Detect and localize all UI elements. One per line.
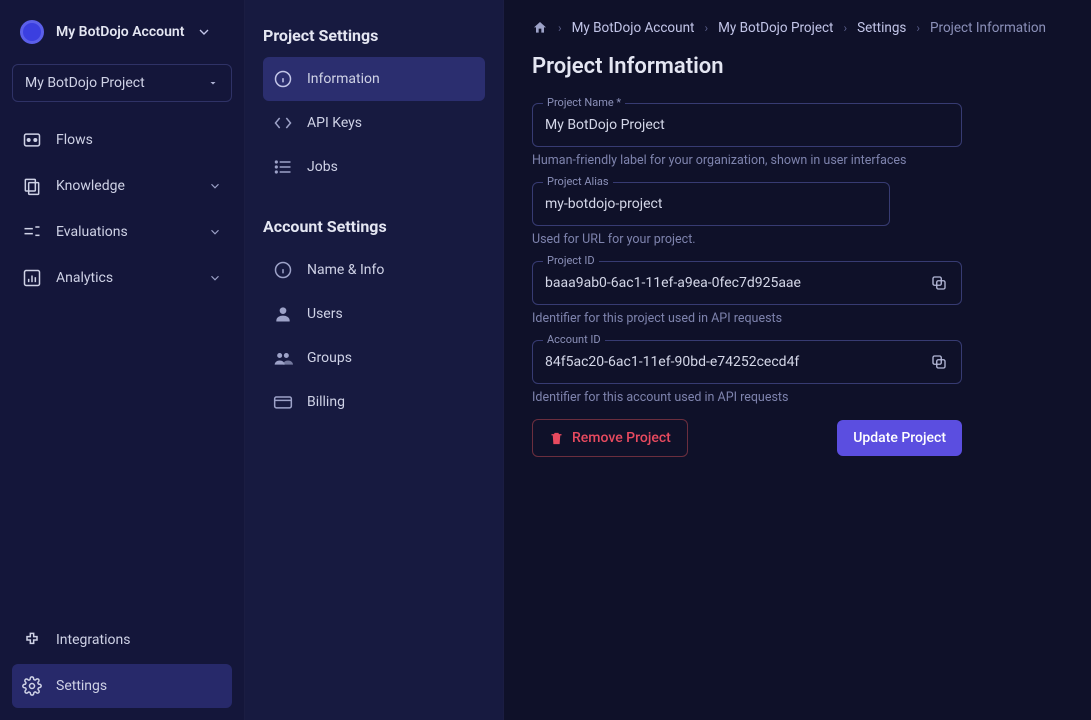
project-name-input[interactable]: [533, 104, 961, 146]
settings-billing[interactable]: Billing: [263, 380, 485, 424]
nav-evaluations[interactable]: Evaluations: [12, 210, 232, 254]
user-icon: [273, 304, 293, 324]
settings-name-info[interactable]: Name & Info: [263, 248, 485, 292]
home-icon[interactable]: [532, 20, 548, 36]
settings-column: Project Settings Information API Keys Jo…: [245, 0, 504, 720]
breadcrumb-current: Project Information: [930, 20, 1046, 36]
settings-information[interactable]: Information: [263, 57, 485, 101]
project-id-helper: Identifier for this project used in API …: [532, 311, 1063, 326]
update-project-button[interactable]: Update Project: [837, 420, 962, 456]
nav-knowledge[interactable]: Knowledge: [12, 164, 232, 208]
copy-icon: [930, 274, 948, 292]
chevron-down-icon: [208, 179, 222, 193]
nav-menu: Flows Knowledge Evaluations Analytics: [12, 118, 232, 618]
settings-item-label: Groups: [307, 350, 352, 366]
account-id-label: Account ID: [543, 333, 605, 346]
breadcrumb-project[interactable]: My BotDojo Project: [718, 20, 833, 36]
project-name-label: Project Name *: [543, 96, 625, 109]
chevron-right-icon: ›: [843, 21, 847, 35]
project-id-input[interactable]: [533, 262, 961, 304]
credit-card-icon: [273, 392, 293, 412]
chevron-down-icon: [208, 271, 222, 285]
nav-label: Flows: [56, 132, 93, 148]
nav-integrations[interactable]: Integrations: [12, 618, 232, 662]
sidebar: My BotDojo Account My BotDojo Project Fl…: [0, 0, 245, 720]
account-id-input[interactable]: [533, 341, 961, 383]
project-id-label: Project ID: [543, 254, 599, 267]
copy-icon: [930, 353, 948, 371]
project-name-helper: Human-friendly label for your organizati…: [532, 153, 1063, 168]
chevron-down-icon: [208, 225, 222, 239]
settings-item-label: Information: [307, 71, 380, 87]
remove-project-button[interactable]: Remove Project: [532, 419, 688, 457]
project-select-value: My BotDojo Project: [25, 75, 145, 91]
project-name-field-wrap: Project Name *: [532, 103, 962, 147]
project-alias-helper: Used for URL for your project.: [532, 232, 1063, 247]
project-settings-heading: Project Settings: [263, 26, 485, 45]
evaluations-icon: [22, 222, 42, 242]
chevron-right-icon: ›: [916, 21, 920, 35]
analytics-icon: [22, 268, 42, 288]
settings-item-label: Name & Info: [307, 262, 384, 278]
settings-api-keys[interactable]: API Keys: [263, 101, 485, 145]
code-icon: [273, 113, 293, 133]
project-alias-label: Project Alias: [543, 175, 613, 188]
account-name: My BotDojo Account: [56, 24, 184, 40]
settings-item-label: Billing: [307, 394, 345, 410]
list-icon: [273, 157, 293, 177]
nav-flows[interactable]: Flows: [12, 118, 232, 162]
integrations-icon: [22, 630, 42, 650]
breadcrumb-account[interactable]: My BotDojo Account: [572, 20, 695, 36]
chevron-right-icon: ›: [704, 21, 708, 35]
flows-icon: [22, 130, 42, 150]
action-row: Remove Project Update Project: [532, 419, 962, 457]
chevron-down-icon: [196, 24, 212, 40]
account-settings-heading: Account Settings: [263, 217, 485, 236]
settings-item-label: API Keys: [307, 115, 362, 131]
update-button-label: Update Project: [853, 430, 946, 446]
settings-jobs[interactable]: Jobs: [263, 145, 485, 189]
account-switcher[interactable]: My BotDojo Account: [12, 12, 232, 52]
remove-button-label: Remove Project: [572, 430, 671, 446]
settings-item-label: Jobs: [307, 159, 338, 175]
project-alias-field-wrap: Project Alias: [532, 182, 890, 226]
breadcrumb: › My BotDojo Account › My BotDojo Projec…: [532, 20, 1063, 36]
nav-label: Knowledge: [56, 178, 125, 194]
copy-project-id-button[interactable]: [923, 267, 955, 299]
logo-icon: [20, 20, 44, 44]
trash-icon: [549, 431, 564, 446]
groups-icon: [273, 348, 293, 368]
breadcrumb-settings[interactable]: Settings: [857, 20, 906, 36]
gear-icon: [22, 676, 42, 696]
info-icon: [273, 69, 293, 89]
project-select[interactable]: My BotDojo Project: [12, 64, 232, 102]
nav-label: Evaluations: [56, 224, 128, 240]
nav-label: Analytics: [56, 270, 113, 286]
main-panel: › My BotDojo Account › My BotDojo Projec…: [504, 0, 1091, 720]
nav-label: Settings: [56, 678, 107, 694]
settings-item-label: Users: [307, 306, 343, 322]
nav-label: Integrations: [56, 632, 130, 648]
settings-groups[interactable]: Groups: [263, 336, 485, 380]
nav-bottom: Integrations Settings: [12, 618, 232, 708]
project-id-field-wrap: Project ID: [532, 261, 962, 305]
settings-users[interactable]: Users: [263, 292, 485, 336]
account-id-helper: Identifier for this account used in API …: [532, 390, 1063, 405]
copy-account-id-button[interactable]: [923, 346, 955, 378]
knowledge-icon: [22, 176, 42, 196]
info-icon: [273, 260, 293, 280]
caret-down-icon: [207, 77, 219, 89]
chevron-right-icon: ›: [558, 21, 562, 35]
account-id-field-wrap: Account ID: [532, 340, 962, 384]
page-title: Project Information: [532, 54, 1063, 79]
nav-analytics[interactable]: Analytics: [12, 256, 232, 300]
nav-settings[interactable]: Settings: [12, 664, 232, 708]
project-alias-input[interactable]: [533, 183, 889, 225]
